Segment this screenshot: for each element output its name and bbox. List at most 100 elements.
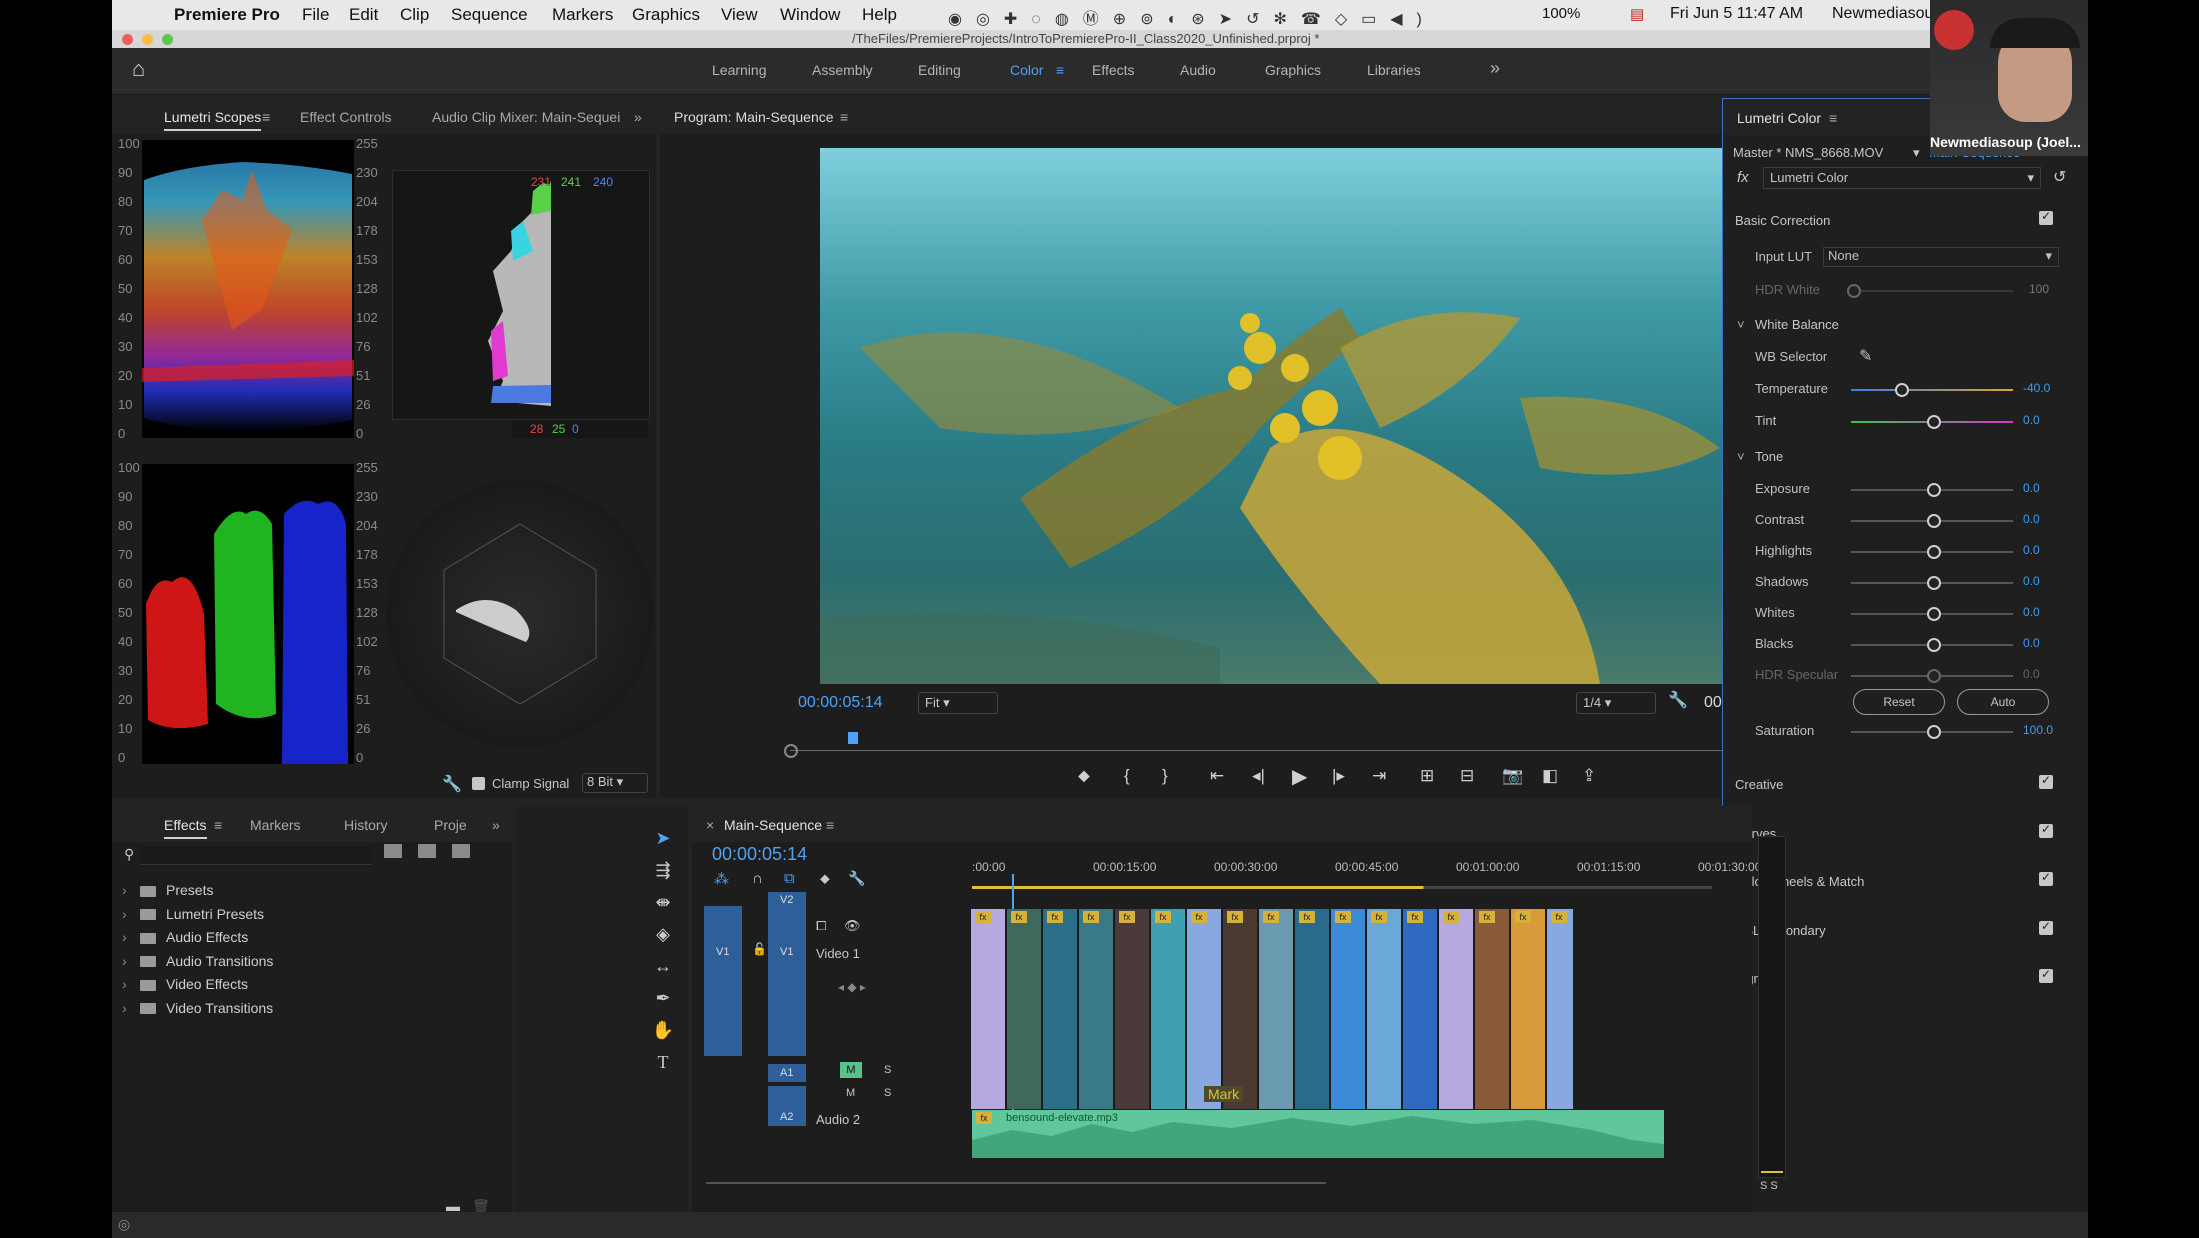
tab-history[interactable]: History xyxy=(344,817,388,833)
auto-button[interactable]: Auto xyxy=(1957,689,2049,715)
menu-graphics[interactable]: Graphics xyxy=(632,5,700,25)
lumetri-section-checkbox[interactable] xyxy=(2039,919,2053,935)
tone-slider-knob[interactable] xyxy=(1927,669,1941,683)
toggle-track-output-icon[interactable]: 👁 xyxy=(844,918,861,934)
menu-clip[interactable]: Clip xyxy=(400,5,429,25)
expand-arrow-icon[interactable]: › xyxy=(122,1000,140,1016)
comparison-view-icon[interactable]: ◧ xyxy=(1542,766,1558,786)
tab-markers[interactable]: Markers xyxy=(250,817,301,833)
menu-help[interactable]: Help xyxy=(862,5,897,25)
clip-marker[interactable]: Mark xyxy=(1204,1086,1244,1102)
fx-icon[interactable]: fx xyxy=(1737,169,1749,186)
menu-markers[interactable]: Markers xyxy=(552,5,613,25)
video-clip[interactable]: fx xyxy=(1546,909,1573,1109)
tone-slider[interactable] xyxy=(1851,483,2013,497)
hdr-white-slider[interactable] xyxy=(1847,284,2013,298)
panel-overflow-icon[interactable]: » xyxy=(634,109,642,125)
play-icon[interactable]: ▶ xyxy=(1292,764,1307,789)
scrubber-start-handle[interactable] xyxy=(784,744,798,758)
32bit-effects-icon[interactable] xyxy=(418,844,436,858)
program-menu-icon[interactable]: ≡ xyxy=(840,109,848,125)
tone-slider-knob[interactable] xyxy=(1927,545,1941,559)
export-frame-icon[interactable]: 📷 xyxy=(1502,766,1523,786)
step-back-icon[interactable]: ◂| xyxy=(1252,766,1265,786)
basic-correction-checkbox[interactable] xyxy=(2039,209,2053,225)
tone-slider[interactable] xyxy=(1851,638,2013,652)
video-clip[interactable]: fx xyxy=(1366,909,1401,1109)
workspace-color[interactable]: Color xyxy=(1010,62,1043,78)
tone-slider-knob[interactable] xyxy=(1927,638,1941,652)
mute-a1-button[interactable]: M xyxy=(840,1062,862,1078)
saturation-slider[interactable] xyxy=(1851,725,2013,739)
linked-selection-icon[interactable]: ⧉ xyxy=(784,870,795,887)
toggle-sync-lock-icon[interactable]: ⧠ xyxy=(816,918,826,934)
video-clip[interactable]: fx xyxy=(970,909,1005,1109)
battery-status[interactable]: 100% xyxy=(1542,5,1580,22)
tone-slider-knob[interactable] xyxy=(1927,483,1941,497)
solo-a1-button[interactable]: S xyxy=(884,1064,891,1076)
close-window-icon[interactable] xyxy=(122,34,133,45)
tone-row-value[interactable]: 0.0 xyxy=(2023,667,2040,681)
accelerated-effects-icon[interactable] xyxy=(384,844,402,858)
reset-button[interactable]: Reset xyxy=(1853,689,1945,715)
go-to-out-icon[interactable]: ⇥ xyxy=(1372,766,1386,786)
v1-source-patch[interactable] xyxy=(704,906,742,1056)
timeline-scrollbar[interactable] xyxy=(706,1182,1326,1184)
effects-overflow-icon[interactable]: » xyxy=(492,817,500,833)
wb-slider-knob[interactable] xyxy=(1927,415,1941,429)
tone-row-value[interactable]: 0.0 xyxy=(2023,574,2040,588)
wb-slider[interactable] xyxy=(1851,415,2013,429)
program-video-frame[interactable] xyxy=(820,148,1778,684)
tone-row-value[interactable]: 0.0 xyxy=(2023,636,2040,650)
tone-chevron-icon[interactable]: ˅ xyxy=(1737,449,1745,464)
audio-clip[interactable]: fx bensound-elevate.mp3 xyxy=(972,1110,1664,1158)
v1-track-target[interactable] xyxy=(768,892,806,1056)
input-lut-dropdown[interactable]: None ▾ xyxy=(1823,247,2059,267)
mark-out-icon[interactable]: } xyxy=(1162,766,1168,786)
tone-slider-knob[interactable] xyxy=(1927,576,1941,590)
workspace-libraries[interactable]: Libraries xyxy=(1367,62,1421,78)
menu-view[interactable]: View xyxy=(721,5,758,25)
tone-row-value[interactable]: 0.0 xyxy=(2023,543,2040,557)
video-clip[interactable]: fx xyxy=(1114,909,1149,1109)
video-clip[interactable]: fx xyxy=(1150,909,1185,1109)
video-clip[interactable]: fx xyxy=(1510,909,1545,1109)
tone-row-value[interactable]: 0.0 xyxy=(2023,481,2040,495)
effects-tree-item[interactable]: › Video Effects xyxy=(122,976,248,992)
tone-slider[interactable] xyxy=(1851,545,2013,559)
mark-in-icon[interactable]: { xyxy=(1124,766,1130,786)
video-clip[interactable]: fx xyxy=(1330,909,1365,1109)
close-sequence-icon[interactable]: × xyxy=(706,817,714,833)
workspace-more[interactable]: » xyxy=(1490,58,1500,79)
video-clip[interactable]: fx xyxy=(1438,909,1473,1109)
timeline-settings-icon[interactable]: 🔧 xyxy=(848,870,865,887)
program-monitor-title[interactable]: Program: Main-Sequence xyxy=(674,109,834,125)
wrench-icon[interactable]: 🔧 xyxy=(442,774,462,794)
eyedropper-icon[interactable]: ✎ xyxy=(1859,346,1872,366)
snap-icon[interactable]: ∩ xyxy=(752,870,763,887)
wb-slider-knob[interactable] xyxy=(1894,383,1909,397)
yuv-effects-icon[interactable] xyxy=(452,844,470,858)
tone-slider[interactable] xyxy=(1851,669,2013,683)
wb-slider[interactable] xyxy=(1851,383,2013,397)
clip-dropdown-chevron-icon[interactable]: ▾ xyxy=(1913,145,1920,161)
type-tool-icon[interactable]: T xyxy=(651,1052,675,1076)
program-timecode[interactable]: 00:00:05:14 xyxy=(798,694,883,712)
clamp-signal-checkbox[interactable] xyxy=(472,777,485,790)
menu-edit[interactable]: Edit xyxy=(349,5,378,25)
sequence-tab[interactable]: Main-Sequence xyxy=(724,817,822,833)
effects-search-input[interactable] xyxy=(140,846,372,865)
saturation-value[interactable]: 100.0 xyxy=(2023,723,2053,737)
flag-icon[interactable]: ▤ xyxy=(1630,5,1644,23)
menu-file[interactable]: File xyxy=(302,5,329,25)
effects-menu-icon[interactable]: ≡ xyxy=(214,817,222,833)
keyframe-nav-icon[interactable]: ◂ ◆ ▸ xyxy=(838,980,866,994)
reset-effect-icon[interactable]: ↺ xyxy=(2053,167,2066,187)
add-marker-icon[interactable]: ⬥ xyxy=(1078,766,1090,786)
tone-slider-knob[interactable] xyxy=(1927,514,1941,528)
program-scrubber[interactable] xyxy=(790,732,1802,751)
background-render-icon[interactable]: ◎ xyxy=(118,1216,130,1233)
video-clip[interactable]: fx xyxy=(1222,909,1257,1109)
expand-arrow-icon[interactable]: › xyxy=(122,976,140,992)
tone-slider[interactable] xyxy=(1851,576,2013,590)
